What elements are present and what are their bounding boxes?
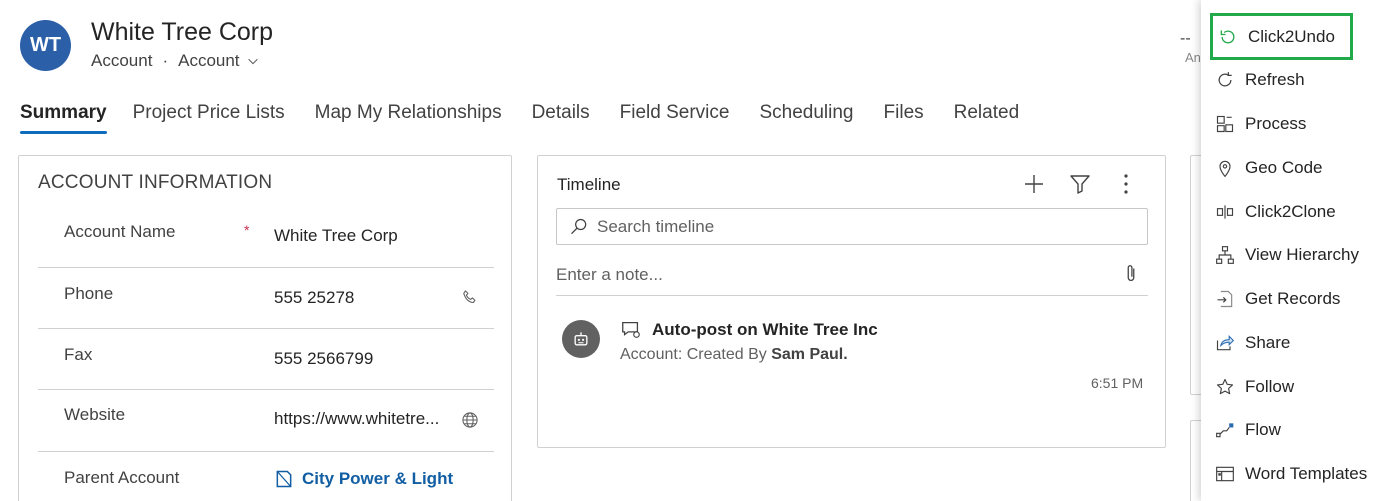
timeline-item-time: 6:51 PM: [1091, 375, 1144, 391]
bot-icon: [574, 332, 588, 346]
note-input[interactable]: [556, 256, 1096, 285]
account-information-section: ACCOUNT INFORMATION Account Name * White…: [18, 155, 512, 501]
word-templates-icon: [1216, 466, 1234, 482]
required-indicator: *: [244, 222, 250, 238]
phone-input[interactable]: 555 25278: [274, 288, 354, 308]
menu-item-click2clone[interactable]: Click2Clone: [1201, 193, 1398, 231]
account-name-input[interactable]: White Tree Corp: [274, 226, 398, 246]
add-icon[interactable]: [1022, 172, 1046, 196]
share-icon: [1216, 335, 1235, 351]
chevron-down-icon: [247, 58, 258, 65]
form-tabs: Summary Project Price Lists Map My Relat…: [20, 102, 1049, 134]
more-options-icon[interactable]: [1114, 172, 1138, 196]
tab-scheduling[interactable]: Scheduling: [759, 102, 853, 134]
clone-icon: [1216, 205, 1234, 219]
menu-item-label: Click2Undo: [1248, 26, 1335, 46]
menu-item-label: Refresh: [1245, 70, 1305, 89]
bot-avatar: [562, 320, 600, 358]
overflow-menu: Click2Undo Refresh Process Geo Code Clic…: [1201, 0, 1398, 501]
timeline-search-input[interactable]: [597, 216, 1137, 237]
menu-item-flow[interactable]: Flow: [1201, 411, 1398, 449]
timeline-item-title[interactable]: Auto-post on White Tree Inc: [652, 320, 878, 340]
tab-files[interactable]: Files: [884, 102, 924, 134]
record-separator: ·: [162, 51, 169, 70]
menu-item-follow[interactable]: Follow: [1201, 368, 1398, 406]
menu-item-process[interactable]: Process: [1201, 105, 1398, 143]
field-label: Website: [64, 405, 126, 424]
field-label: Parent Account: [64, 468, 180, 487]
record-entity-label: Account: [91, 51, 153, 70]
menu-item-refresh[interactable]: Refresh: [1201, 61, 1398, 99]
phone-icon[interactable]: [460, 288, 480, 308]
field-phone: Phone 555 25278: [38, 268, 494, 329]
field-label: Phone: [64, 284, 114, 303]
get-records-icon: [1217, 290, 1233, 308]
menu-item-label: Flow: [1245, 420, 1281, 439]
account-entity-icon: [276, 470, 292, 488]
menu-item-label: Get Records: [1245, 289, 1341, 308]
menu-item-get-records[interactable]: Get Records: [1201, 280, 1398, 318]
field-label: Account Name: [64, 222, 176, 241]
tab-summary[interactable]: Summary: [20, 102, 107, 134]
header-field-label: An: [1185, 50, 1201, 65]
tab-map-my-relationships[interactable]: Map My Relationships: [315, 102, 502, 134]
timeline-item-description: Account: Created By Sam Paul.: [620, 346, 848, 364]
field-website: Website https://www.whitetre...: [38, 390, 494, 452]
record-avatar: WT: [20, 20, 71, 71]
menu-item-share[interactable]: Share: [1201, 324, 1398, 362]
timeline-search-box: [556, 208, 1148, 245]
record-title: White Tree Corp: [91, 18, 274, 46]
filter-icon[interactable]: [1068, 172, 1092, 196]
form-selector[interactable]: Account: [178, 51, 259, 71]
parent-account-name: City Power & Light: [302, 469, 454, 488]
tab-details[interactable]: Details: [532, 102, 590, 134]
globe-icon[interactable]: [460, 410, 480, 430]
timeline-title: Timeline: [557, 175, 621, 194]
menu-item-word-templates[interactable]: Word Templates: [1201, 455, 1398, 493]
website-input[interactable]: https://www.whitetre...: [274, 409, 439, 429]
section-title: ACCOUNT INFORMATION: [38, 172, 273, 193]
timeline-item-prefix: Account: Created By: [620, 346, 767, 363]
menu-item-view-hierarchy[interactable]: View Hierarchy: [1201, 236, 1398, 274]
field-fax: Fax 555 2566799: [38, 329, 494, 390]
parent-account-link[interactable]: City Power & Light: [274, 469, 453, 489]
post-icon: [622, 322, 640, 338]
star-icon: [1216, 378, 1234, 395]
tab-project-price-lists[interactable]: Project Price Lists: [133, 102, 285, 134]
menu-item-label: Word Templates: [1245, 464, 1368, 483]
timeline-toolbar: [1022, 172, 1138, 196]
menu-item-label: Click2Clone: [1245, 202, 1336, 221]
refresh-icon: [1218, 72, 1232, 87]
menu-item-label: Share: [1245, 333, 1291, 352]
flow-icon: [1216, 423, 1234, 438]
menu-item-label: Follow: [1245, 377, 1295, 396]
form-selector-label: Account: [178, 51, 240, 70]
record-subtitle: Account · Account: [91, 51, 260, 71]
menu-item-label: View Hierarchy: [1245, 245, 1360, 264]
search-icon: [571, 218, 587, 234]
undo-icon: [1220, 29, 1235, 43]
timeline-note-box: [556, 256, 1148, 296]
process-icon: [1216, 115, 1234, 133]
menu-item-geo-code[interactable]: Geo Code: [1201, 149, 1398, 187]
tab-related[interactable]: Related: [954, 102, 1020, 134]
tab-field-service[interactable]: Field Service: [620, 102, 730, 134]
attachment-icon[interactable]: [1120, 262, 1142, 286]
menu-item-label: Process: [1245, 114, 1307, 133]
timeline-item-user: Sam Paul.: [771, 346, 848, 363]
hierarchy-icon: [1216, 246, 1234, 264]
fax-input[interactable]: 555 2566799: [274, 349, 373, 369]
field-account-name: Account Name * White Tree Corp: [38, 206, 494, 268]
location-pin-icon: [1219, 160, 1231, 178]
field-label: Fax: [64, 345, 93, 364]
header-field-value: --: [1180, 30, 1191, 47]
menu-item-click2undo[interactable]: Click2Undo: [1210, 13, 1353, 60]
menu-item-label: Geo Code: [1245, 158, 1323, 177]
timeline-item-header: Auto-post on White Tree Inc: [620, 319, 878, 341]
field-parent-account: Parent Account City Power & Light: [38, 452, 494, 501]
timeline-section: Timeline Auto-post on White Tree Inc Acc…: [537, 155, 1166, 448]
